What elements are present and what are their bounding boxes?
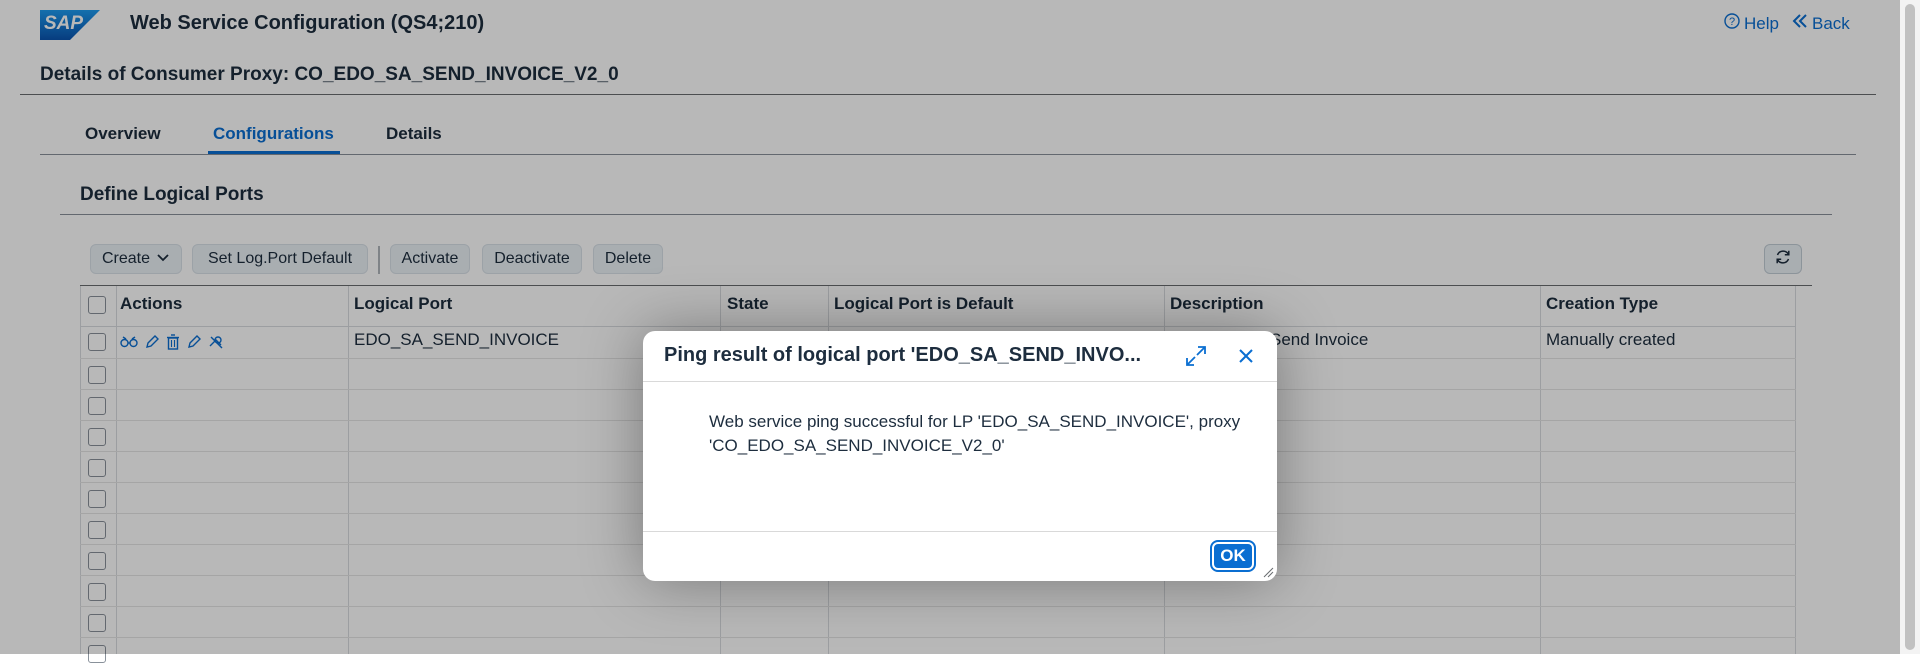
- expand-icon[interactable]: [1182, 342, 1210, 370]
- dialog-header-divider: [643, 381, 1277, 382]
- close-icon[interactable]: [1232, 342, 1260, 370]
- scrollbar-thumb[interactable]: [1905, 4, 1915, 650]
- dialog-message: Web service ping successful for LP 'EDO_…: [709, 412, 1241, 455]
- ok-button[interactable]: OK: [1210, 540, 1256, 572]
- resize-handle-icon[interactable]: [1262, 565, 1274, 578]
- dialog-footer-divider: [643, 531, 1277, 532]
- dialog-title: Ping result of logical port 'EDO_SA_SEND…: [664, 344, 1142, 366]
